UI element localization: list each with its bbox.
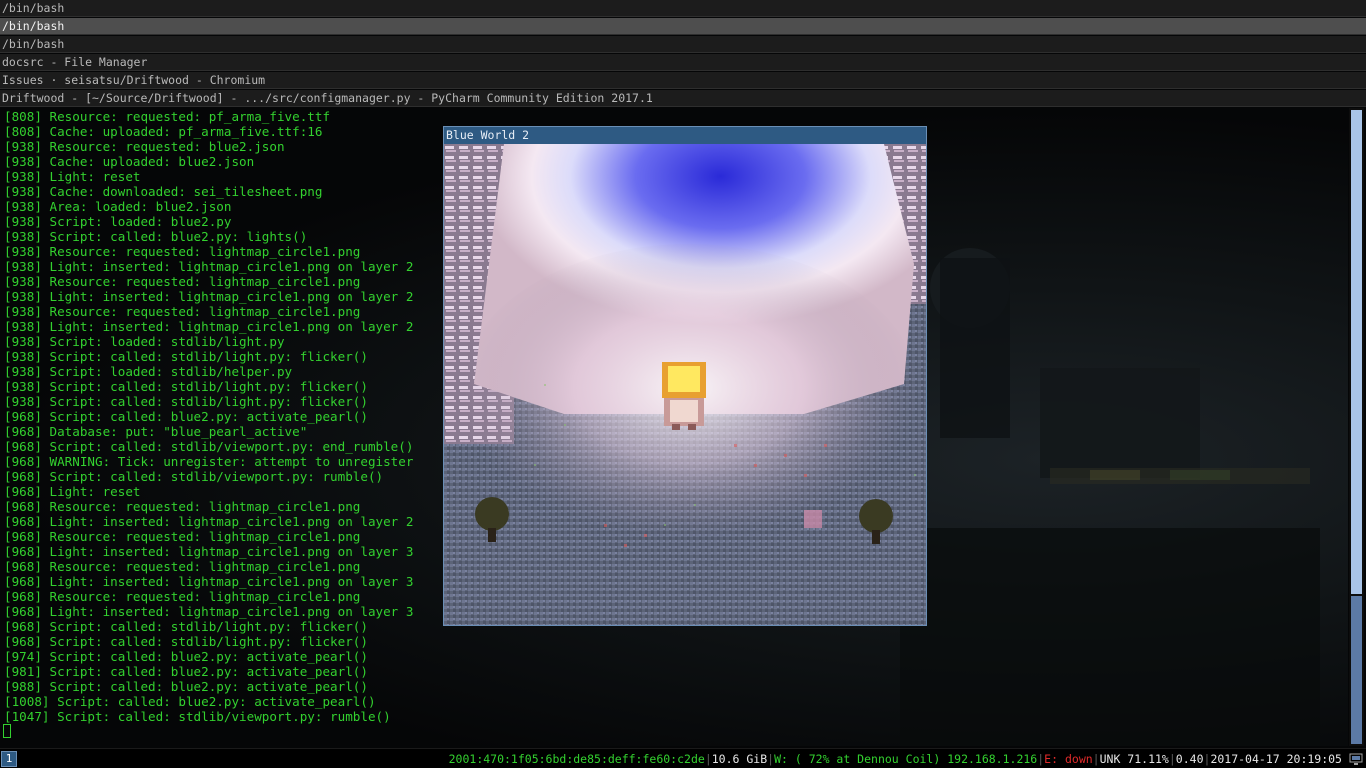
workspace-button-1[interactable]: 1: [1, 751, 17, 767]
terminal-log-line: [808] Cache: uploaded: pf_arma_five.ttf:…: [4, 124, 323, 139]
terminal-log-line: [938] Script: loaded: blue2.py: [4, 214, 232, 229]
terminal-log-line: [968] Resource: requested: lightmap_circ…: [4, 529, 361, 544]
terminal-log-line: [968] Script: called: blue2.py: activate…: [4, 409, 368, 424]
status-wifi-prefix: W:: [774, 752, 788, 766]
status-ipv6: 2001:470:1f05:6bd:de85:deff:fe60:c2de: [448, 752, 705, 766]
terminal-scrollbar[interactable]: [1349, 108, 1364, 746]
terminal-log-line: [968] Script: called: stdlib/viewport.py…: [4, 439, 414, 454]
terminal-log-line: [808] Resource: requested: pf_arma_five.…: [4, 109, 331, 124]
terminal-log-line: [938] Resource: requested: lightmap_circ…: [4, 244, 361, 259]
terminal-log-line: [968] Light: reset: [4, 484, 141, 499]
terminal-log-line: [938] Script: called: blue2.py: lights(): [4, 229, 308, 244]
status-eth-prefix: E:: [1044, 752, 1059, 766]
status-ipv4: 192.168.1.216: [947, 752, 1038, 766]
window-tab-4[interactable]: docsrc - File Manager: [0, 54, 1366, 71]
status-bar: 1 2001:470:1f05:6bd:de85:deff:fe60:c2de|…: [0, 748, 1366, 768]
terminal-log-line: [974] Script: called: blue2.py: activate…: [4, 649, 368, 664]
terminal-log-line: [968] Script: called: stdlib/viewport.py…: [4, 469, 384, 484]
status-battery: UNK 71.11%: [1099, 752, 1169, 766]
terminal-log-line: [968] Light: inserted: lightmap_circle1.…: [4, 604, 414, 619]
terminal-log-line: [968] Resource: requested: lightmap_circ…: [4, 589, 361, 604]
terminal-log-line: [968] Light: inserted: lightmap_circle1.…: [4, 514, 414, 529]
status-items: 2001:470:1f05:6bd:de85:deff:fe60:c2de|10…: [449, 749, 1342, 768]
scrollbar-track[interactable]: [1351, 110, 1362, 594]
status-separator: |: [1168, 752, 1176, 766]
terminal-log-line: [968] Script: called: stdlib/light.py: f…: [4, 619, 368, 634]
terminal-log-line: [938] Script: loaded: stdlib/light.py: [4, 334, 285, 349]
terminal-log-line: [988] Script: called: blue2.py: activate…: [4, 679, 368, 694]
terminal-log-line: [938] Script: called: stdlib/light.py: f…: [4, 349, 368, 364]
terminal-log-line: [968] Resource: requested: lightmap_circ…: [4, 559, 361, 574]
terminal-log-line: [938] Cache: uploaded: blue2.json: [4, 154, 255, 169]
terminal-log-line: [938] Area: loaded: blue2.json: [4, 199, 232, 214]
tray-network-icon[interactable]: [1349, 752, 1363, 766]
window-tab-6[interactable]: Driftwood - [~/Source/Driftwood] - .../s…: [0, 90, 1366, 107]
player-character-sprite: [662, 362, 706, 430]
terminal-log-line: [981] Script: called: blue2.py: activate…: [4, 664, 368, 679]
status-eth: down: [1064, 752, 1093, 766]
terminal-log-line: [968] WARNING: Tick: unregister: attempt…: [4, 454, 414, 469]
status-datetime: 2017-04-17 20:19:05: [1210, 752, 1342, 766]
terminal-log-line: [938] Resource: requested: lightmap_circ…: [4, 304, 361, 319]
window-tab-3[interactable]: /bin/bash: [0, 36, 1366, 53]
window-tab-5[interactable]: Issues · seisatsu/Driftwood - Chromium: [0, 72, 1366, 89]
terminal-log-line: [938] Script: called: stdlib/light.py: f…: [4, 379, 368, 394]
desktop-screen: /bin/bash/bin/bash/bin/bash docsrc - File…: [0, 0, 1366, 768]
terminal-log: [808] Resource: requested: pf_arma_five.…: [4, 109, 413, 724]
terminal-log-line: [938] Light: inserted: lightmap_circle1.…: [4, 289, 414, 304]
window-tab-1[interactable]: /bin/bash: [0, 0, 1366, 17]
terminal-log-line: [938] Script: called: stdlib/light.py: f…: [4, 394, 368, 409]
terminal-log-line: [938] Light: reset: [4, 169, 141, 184]
terminal-log-line: [968] Script: called: stdlib/light.py: f…: [4, 634, 368, 649]
terminal-log-line: [938] Light: inserted: lightmap_circle1.…: [4, 259, 414, 274]
terminal-log-line: [938] Resource: requested: lightmap_circ…: [4, 274, 361, 289]
terminal-log-line: [938] Light: inserted: lightmap_circle1.…: [4, 319, 414, 334]
game-viewport[interactable]: [444, 144, 926, 625]
terminal-log-line: [968] Light: inserted: lightmap_circle1.…: [4, 574, 414, 589]
terminal-log-line: [1008] Script: called: blue2.py: activat…: [4, 694, 376, 709]
terminal-log-line: [968] Resource: requested: lightmap_circ…: [4, 499, 361, 514]
terminal-log-line: [938] Script: loaded: stdlib/helper.py: [4, 364, 293, 379]
status-wifi: ( 72% at Dennou Coil): [794, 752, 941, 766]
terminal-log-line: [968] Light: inserted: lightmap_circle1.…: [4, 544, 414, 559]
status-load: 0.40: [1175, 752, 1204, 766]
pink-sprite-npc: [804, 510, 822, 528]
status-disk: 10.6 GiB: [711, 752, 768, 766]
window-tab-2[interactable]: /bin/bash: [0, 18, 1366, 35]
terminal-log-line: [938] Cache: downloaded: sei_tilesheet.p…: [4, 184, 323, 199]
game-window-title[interactable]: Blue World 2: [444, 127, 926, 144]
game-window[interactable]: Blue World 2: [443, 126, 927, 626]
terminal-log-line: [938] Resource: requested: blue2.json: [4, 139, 285, 154]
status-separator: |: [1092, 752, 1100, 766]
terminal-log-line: [1047] Script: called: stdlib/viewport.p…: [4, 709, 391, 724]
status-separator: |: [704, 752, 712, 766]
terminal-cursor: [3, 724, 11, 738]
terminal-log-line: [968] Database: put: "blue_pearl_active": [4, 424, 308, 439]
scrollbar-thumb[interactable]: [1351, 596, 1362, 744]
